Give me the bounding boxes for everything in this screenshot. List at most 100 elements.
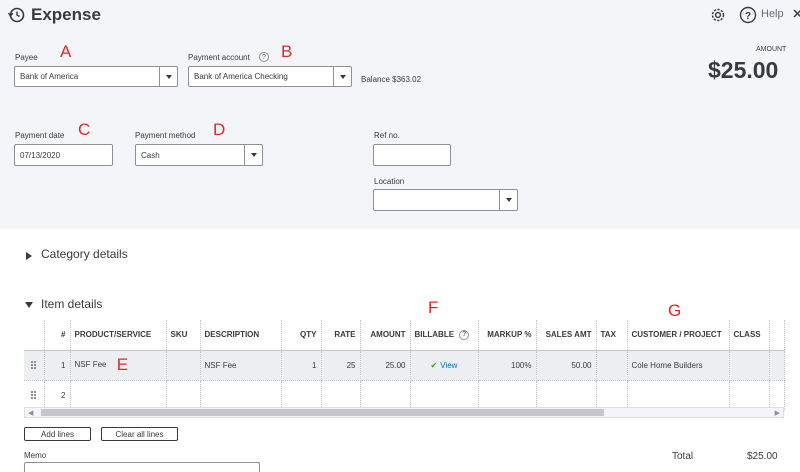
payee-dropdown[interactable]: Bank of America bbox=[14, 66, 178, 87]
checkmark-icon: ✔ bbox=[430, 360, 438, 370]
table-header-row: # PRODUCT/SERVICE SKU DESCRIPTION QTY RA… bbox=[24, 320, 785, 351]
horizontal-scrollbar[interactable]: ◀ ▶ bbox=[24, 407, 784, 418]
amount-cell[interactable] bbox=[360, 380, 411, 411]
add-lines-button[interactable]: Add lines bbox=[24, 427, 91, 441]
payment-date-input[interactable]: 07/13/2020 bbox=[14, 144, 113, 166]
drag-handle[interactable] bbox=[24, 380, 45, 411]
column-header-description: DESCRIPTION bbox=[200, 320, 282, 351]
column-header-class: CLASS bbox=[729, 320, 770, 351]
payment-method-label: Payment method bbox=[135, 131, 196, 140]
row-number: 1 bbox=[44, 350, 71, 381]
total-label: Total bbox=[672, 451, 694, 462]
class-cell[interactable] bbox=[729, 350, 770, 381]
customer-cell[interactable] bbox=[627, 380, 730, 411]
caret-down-icon[interactable] bbox=[25, 302, 33, 308]
annotation-b: B bbox=[281, 42, 293, 61]
extra-cell bbox=[769, 380, 785, 411]
payment-account-help-icon[interactable]: ? bbox=[259, 52, 269, 62]
chevron-down-icon[interactable] bbox=[499, 190, 517, 210]
customer-cell[interactable]: Cole Home Builders bbox=[627, 350, 730, 381]
clear-all-lines-button[interactable]: Clear all lines bbox=[101, 427, 178, 441]
svg-text:?: ? bbox=[745, 11, 751, 22]
sales-amt-cell[interactable] bbox=[536, 380, 597, 411]
payment-method-dropdown[interactable]: Cash bbox=[135, 144, 263, 166]
annotation-c: C bbox=[78, 120, 91, 139]
annotation-f: F bbox=[428, 298, 439, 317]
annotation-g: G bbox=[668, 301, 682, 320]
scrollbar-thumb[interactable] bbox=[41, 409, 604, 416]
markup-cell[interactable] bbox=[478, 380, 537, 411]
class-cell[interactable] bbox=[729, 380, 770, 411]
markup-cell[interactable]: 100% bbox=[478, 350, 537, 381]
column-header-amount: AMOUNT bbox=[360, 320, 411, 351]
category-details-toggle[interactable]: Category details bbox=[41, 247, 128, 261]
drag-handle-icon[interactable] bbox=[31, 361, 37, 369]
sku-cell[interactable] bbox=[166, 350, 201, 381]
qty-cell[interactable]: 1 bbox=[281, 350, 322, 381]
item-details-table: # PRODUCT/SERVICE SKU DESCRIPTION QTY RA… bbox=[24, 320, 785, 411]
row-number: 2 bbox=[44, 380, 71, 411]
help-label[interactable]: Help bbox=[761, 8, 784, 20]
amount-cell[interactable]: 25.00 bbox=[360, 350, 411, 381]
ref-no-input[interactable] bbox=[373, 144, 451, 166]
chevron-down-icon[interactable] bbox=[333, 67, 351, 86]
qty-cell[interactable] bbox=[281, 380, 322, 411]
extra-column-header bbox=[769, 320, 785, 351]
annotation-a: A bbox=[60, 42, 72, 61]
billable-cell[interactable] bbox=[410, 380, 479, 411]
scroll-left-icon[interactable]: ◀ bbox=[28, 409, 33, 417]
billable-cell[interactable]: ✔ View bbox=[410, 350, 479, 381]
item-details-toggle[interactable]: Item details bbox=[41, 297, 102, 311]
payment-method-value: Cash bbox=[141, 150, 160, 160]
gear-icon[interactable] bbox=[709, 6, 727, 24]
history-icon[interactable] bbox=[7, 6, 25, 24]
column-header-rate: RATE bbox=[321, 320, 361, 351]
memo-textarea[interactable] bbox=[24, 462, 260, 472]
table-row[interactable]: 1 NSF Fee E NSF Fee 1 25 25.00 ✔ View 100… bbox=[24, 350, 785, 381]
ref-no-label: Ref no. bbox=[374, 131, 400, 140]
billable-help-icon[interactable]: ? bbox=[459, 329, 470, 340]
payment-account-value: Bank of America Checking bbox=[194, 72, 288, 81]
memo-label: Memo bbox=[24, 451, 47, 460]
column-header-customer: CUSTOMER / PROJECT bbox=[627, 320, 730, 351]
rate-cell[interactable]: 25 bbox=[321, 350, 361, 381]
drag-handle[interactable] bbox=[24, 350, 45, 381]
location-label: Location bbox=[374, 177, 405, 186]
product-cell[interactable] bbox=[70, 380, 167, 411]
drag-handle-icon[interactable] bbox=[31, 391, 37, 399]
amount-label: AMOUNT bbox=[756, 46, 787, 53]
extra-cell bbox=[769, 350, 785, 381]
column-header-number: # bbox=[44, 320, 71, 351]
sku-cell[interactable] bbox=[166, 380, 201, 411]
annotation-d: D bbox=[213, 120, 226, 139]
payment-account-label: Payment account bbox=[188, 53, 250, 62]
column-header-billable: BILLABLE ? bbox=[410, 320, 479, 351]
column-header-tax: TAX bbox=[596, 320, 628, 351]
scroll-right-icon[interactable]: ▶ bbox=[775, 409, 780, 417]
caret-right-icon[interactable] bbox=[26, 252, 32, 260]
sales-amt-cell[interactable]: 50.00 bbox=[536, 350, 597, 381]
description-cell[interactable] bbox=[200, 380, 282, 411]
billable-header-label: BILLABLE bbox=[414, 329, 455, 339]
description-cell[interactable]: NSF Fee bbox=[200, 350, 282, 381]
table-row[interactable]: 2 bbox=[24, 380, 785, 411]
close-icon[interactable] bbox=[792, 5, 800, 23]
tax-cell[interactable] bbox=[596, 380, 628, 411]
column-header-sales-amt: SALES AMT bbox=[536, 320, 597, 351]
column-header-product: PRODUCT/SERVICE bbox=[70, 320, 167, 351]
chevron-down-icon[interactable] bbox=[159, 67, 177, 86]
balance-text: Balance $363.02 bbox=[361, 75, 422, 84]
payment-date-label: Payment date bbox=[15, 131, 65, 140]
amount-value: $25.00 bbox=[708, 57, 779, 83]
page-title: Expense bbox=[31, 5, 101, 24]
chevron-down-icon[interactable] bbox=[244, 145, 262, 165]
payee-label: Payee bbox=[15, 53, 38, 62]
billable-view-link[interactable]: View bbox=[440, 361, 457, 370]
rate-cell[interactable] bbox=[321, 380, 361, 411]
help-icon[interactable]: ? bbox=[739, 6, 757, 24]
tax-cell[interactable] bbox=[596, 350, 628, 381]
product-cell[interactable]: NSF Fee E bbox=[70, 350, 167, 381]
location-dropdown[interactable] bbox=[373, 189, 518, 211]
payment-account-dropdown[interactable]: Bank of America Checking bbox=[188, 66, 352, 87]
column-header-sku: SKU bbox=[166, 320, 201, 351]
